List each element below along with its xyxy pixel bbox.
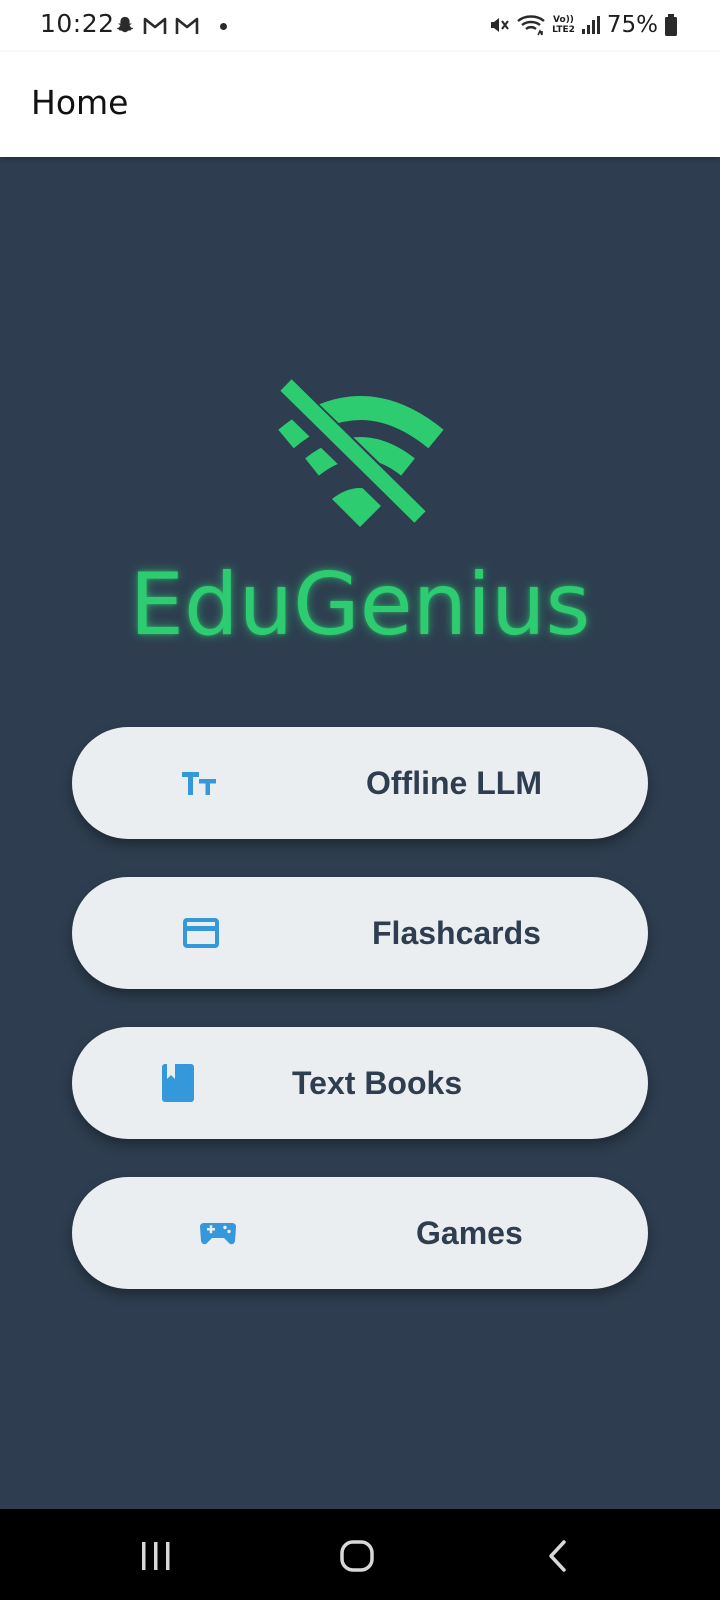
volte-icon: Vo)) LTE2 xyxy=(552,15,575,35)
credit-card-icon xyxy=(183,918,219,948)
recent-apps-icon[interactable] xyxy=(136,1536,176,1576)
notification-dot-icon xyxy=(220,22,227,30)
status-time: 10:22 xyxy=(40,9,115,38)
flashcards-button[interactable]: Flashcards xyxy=(72,877,648,989)
text-fields-icon xyxy=(182,772,216,795)
games-button[interactable]: Games xyxy=(72,1177,648,1289)
wifi-icon xyxy=(517,15,545,36)
battery-icon xyxy=(665,14,677,36)
app-bar: Home xyxy=(0,52,720,157)
signal-icon xyxy=(581,16,600,34)
main-content: EduGenius Offline LLM Flashcards Text Bo… xyxy=(0,157,720,1509)
volte-line2: LTE2 xyxy=(552,25,575,35)
text-books-button[interactable]: Text Books xyxy=(72,1027,648,1139)
wifi-off-icon xyxy=(272,377,444,527)
offline-llm-label: Offline LLM xyxy=(366,765,542,801)
brand-name: EduGenius xyxy=(129,555,591,655)
flashcards-label: Flashcards xyxy=(372,915,541,951)
gmail-icon xyxy=(143,17,167,34)
text-books-label: Text Books xyxy=(292,1065,463,1101)
gmail-icon xyxy=(175,17,199,34)
page-title: Home xyxy=(31,83,129,122)
offline-llm-button[interactable]: Offline LLM xyxy=(72,727,648,839)
battery-percent: 75% xyxy=(606,12,658,38)
mute-icon xyxy=(491,18,509,32)
home-icon[interactable] xyxy=(337,1536,377,1576)
book-icon xyxy=(162,1064,194,1102)
gamepad-icon xyxy=(200,1223,236,1245)
volte-line1: Vo)) xyxy=(553,15,574,25)
back-icon[interactable] xyxy=(538,1536,578,1576)
status-left-icons xyxy=(114,13,227,39)
snapchat-icon xyxy=(116,16,134,33)
status-right-icons: Vo)) LTE2 75% xyxy=(486,10,678,40)
status-bar: 10:22 Vo)) LTE2 75% xyxy=(0,0,720,52)
games-label: Games xyxy=(416,1215,523,1251)
system-nav-bar xyxy=(0,1509,720,1600)
